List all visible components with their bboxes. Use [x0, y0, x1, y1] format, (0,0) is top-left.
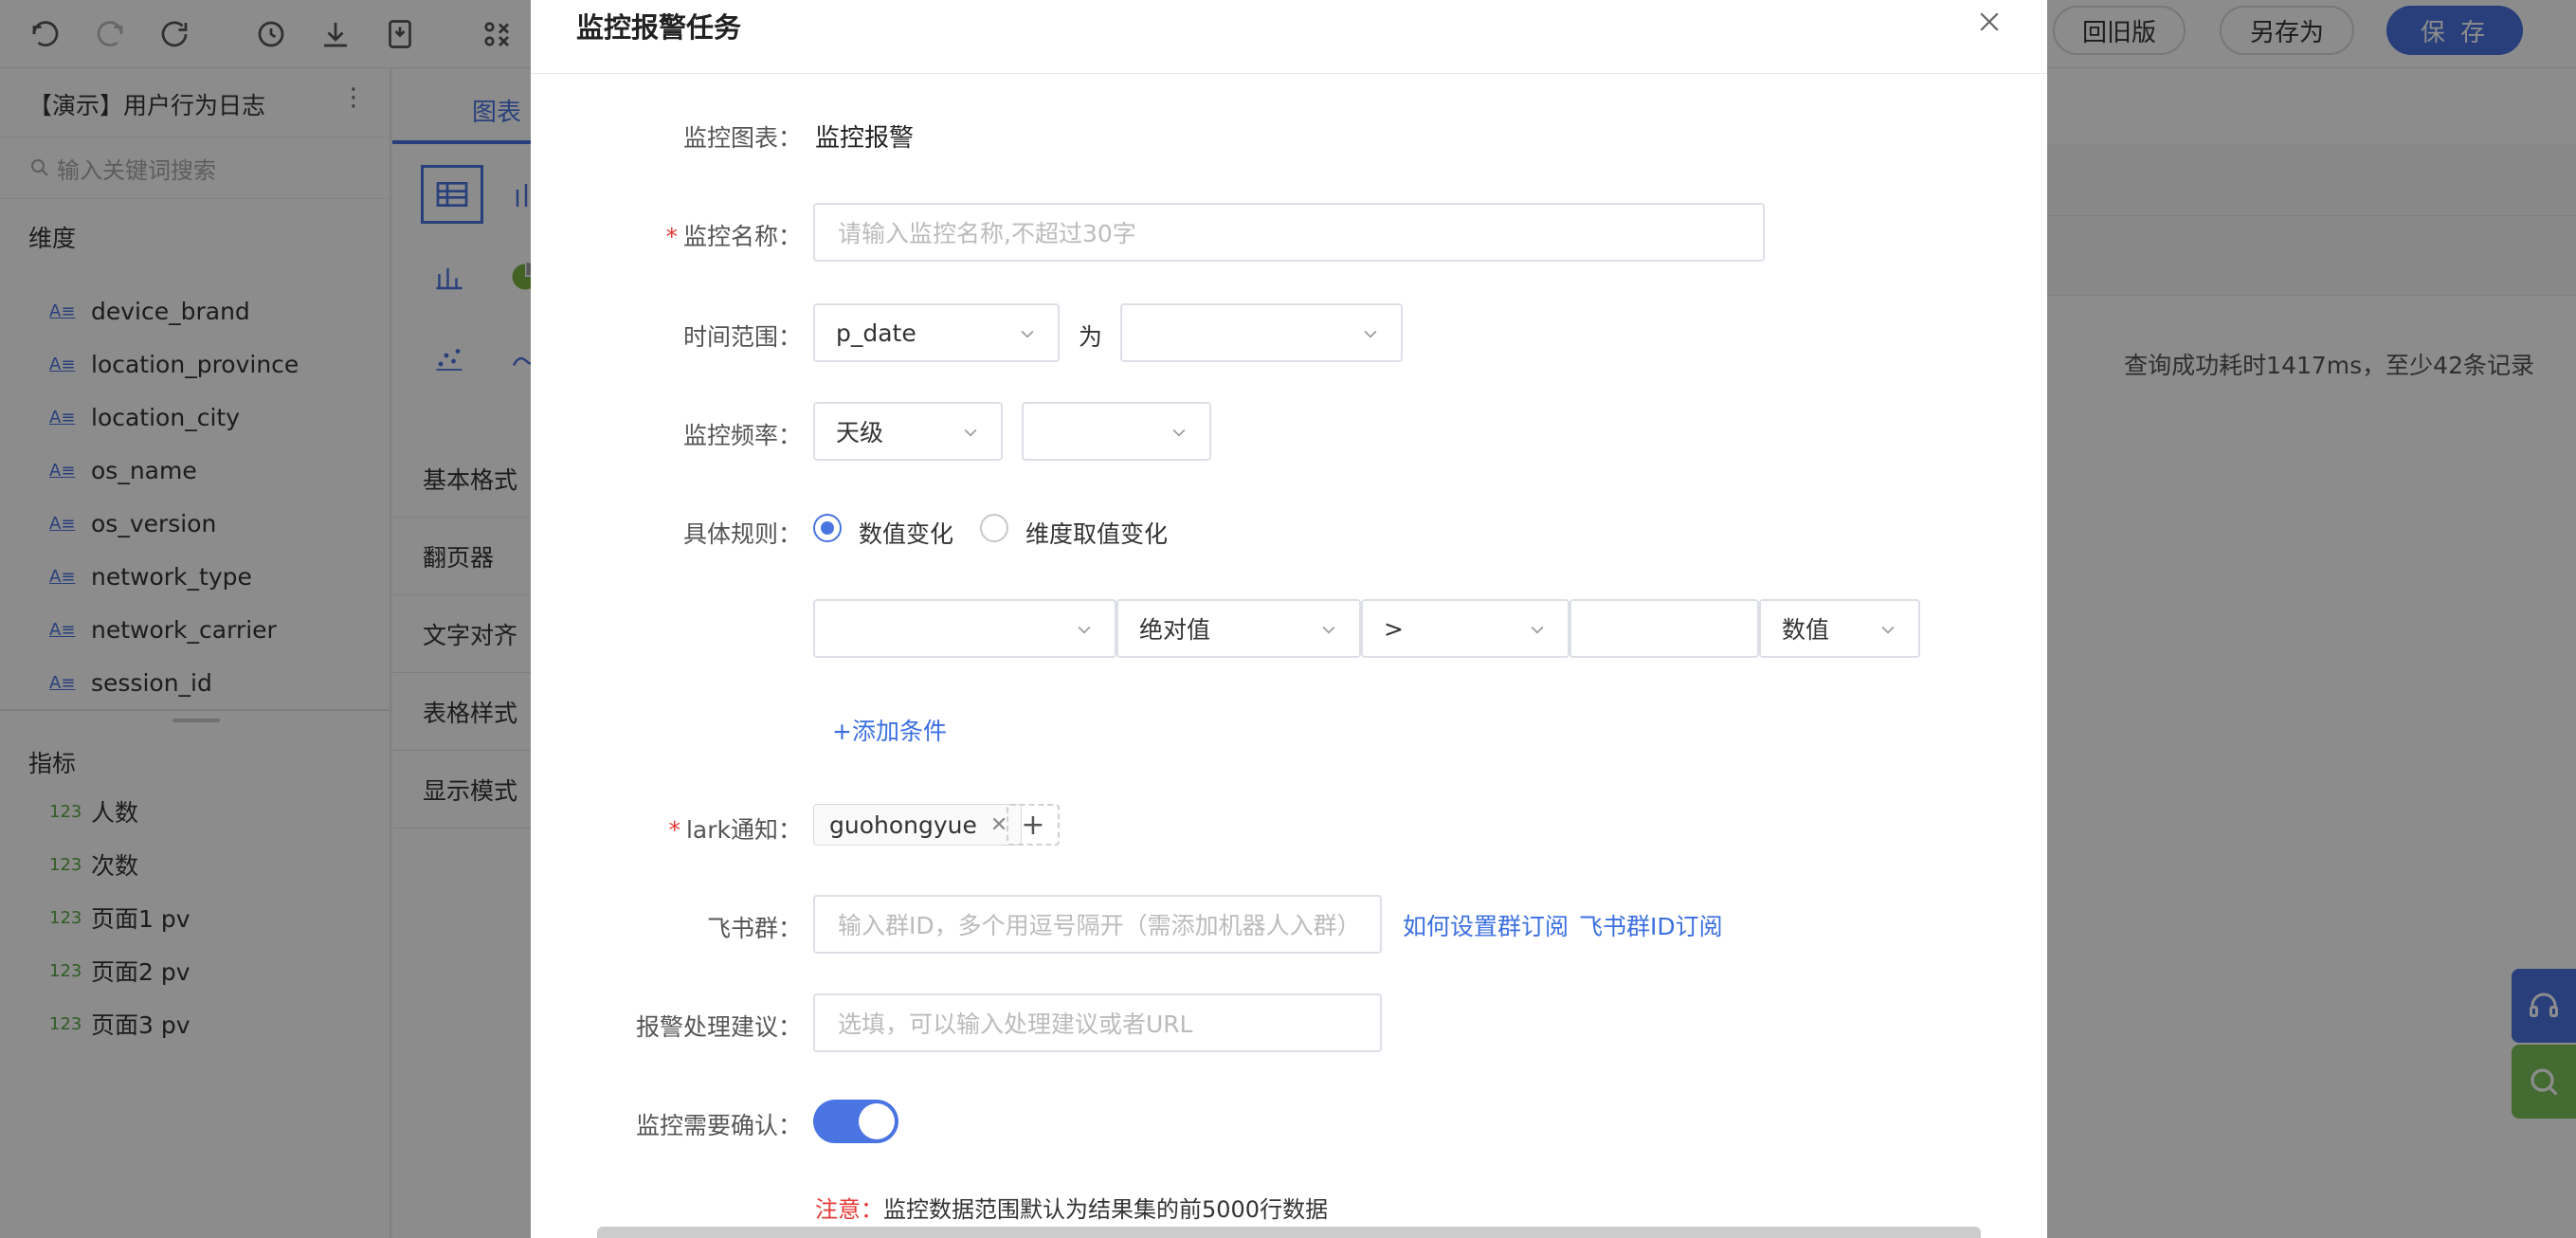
feishu-id-subscribe-link[interactable]: 飞书群ID订阅 [1579, 908, 1723, 942]
condition-unit-select[interactable]: 数值 [1759, 599, 1920, 658]
name-label: * 监控名称： [665, 223, 802, 250]
radio-value-change[interactable] [813, 514, 842, 542]
time-range-label: 时间范围： [682, 323, 802, 351]
monitor-alarm-dialog: 监控报警任务 监控图表： 监控报警 * 监控名称： 请输入监控名称,不超过30字 … [531, 0, 2047, 1238]
monitor-name-input[interactable]: 请输入监控名称,不超过30字 [813, 203, 1765, 262]
chevron-down-icon [1531, 626, 1544, 634]
add-condition-button[interactable]: +添加条件 [832, 713, 947, 747]
chevron-down-icon [1172, 428, 1186, 437]
time-connector: 为 [1079, 323, 1103, 351]
condition-operator-select[interactable]: > [1361, 599, 1569, 658]
time-field-select[interactable]: p_date [813, 303, 1060, 362]
scroll-shadow [597, 1227, 1981, 1238]
chevron-down-icon [1078, 626, 1091, 634]
confirm-label: 监控需要确认： [635, 1112, 802, 1139]
lark-label: * lark通知： [668, 816, 802, 844]
advice-label: 报警处理建议： [635, 1013, 802, 1041]
frequency-sub-select[interactable] [1022, 402, 1211, 461]
chart-value: 监控报警 [815, 124, 915, 153]
chevron-down-icon [1322, 626, 1335, 634]
rule-label: 具体规则： [682, 520, 802, 548]
condition-mode-select[interactable]: 绝对值 [1116, 599, 1361, 658]
frequency-select[interactable]: 天级 [813, 402, 1003, 461]
group-subscribe-help-link[interactable]: 如何设置群订阅 [1403, 908, 1569, 942]
radio-dimension-change-label[interactable]: 维度取值变化 [1025, 516, 1168, 550]
condition-threshold-input[interactable] [1569, 599, 1759, 658]
feishu-group-input[interactable]: 输入群ID，多个用逗号隔开（需添加机器人入群） [813, 895, 1382, 954]
radio-dimension-change[interactable] [980, 514, 1008, 542]
feishu-group-label: 飞书群： [706, 915, 802, 942]
tag-close-icon[interactable]: ✕ [990, 813, 1007, 837]
advice-input[interactable]: 选填，可以输入处理建议或者URL [813, 993, 1382, 1052]
chevron-down-icon [1364, 330, 1377, 338]
chart-label: 监控图表： [682, 124, 802, 152]
toggle-knob [859, 1103, 895, 1139]
close-icon[interactable] [1975, 8, 2009, 42]
confirm-toggle[interactable] [813, 1100, 898, 1143]
dialog-header: 监控报警任务 [531, 0, 2047, 74]
chevron-down-icon [964, 428, 977, 437]
range-note: 注意：监控数据范围默认为结果集的前5000行数据 [815, 1196, 1329, 1223]
chevron-down-icon [1881, 626, 1895, 634]
frequency-label: 监控频率： [682, 422, 802, 449]
dialog-title: 监控报警任务 [576, 11, 742, 44]
radio-value-change-label[interactable]: 数值变化 [859, 516, 953, 550]
add-lark-user-button[interactable]: + [1007, 804, 1060, 846]
condition-metric-select[interactable] [813, 599, 1116, 658]
chevron-down-icon [1021, 330, 1034, 338]
lark-user-tag[interactable]: guohongyue ✕ [813, 804, 1023, 846]
time-value-select[interactable] [1120, 303, 1403, 362]
